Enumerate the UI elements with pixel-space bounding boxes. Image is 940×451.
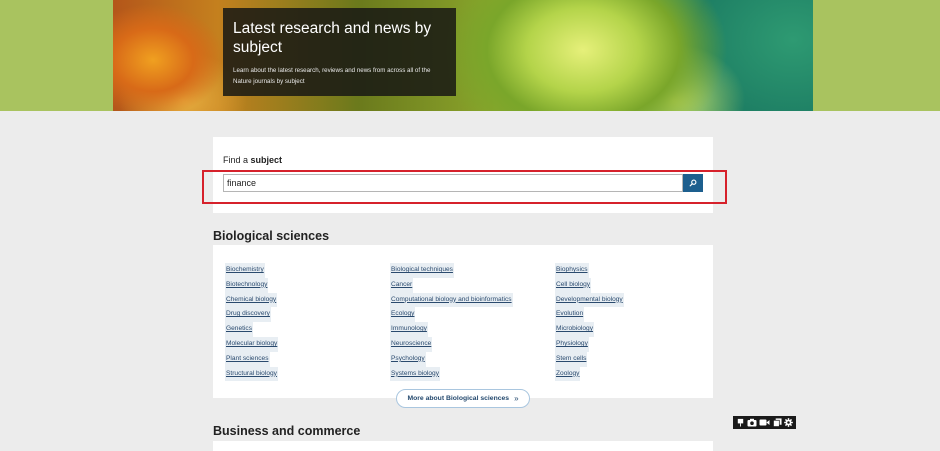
find-label-prefix: Find a <box>223 155 251 165</box>
section-title-biological-sciences: Biological sciences <box>213 229 330 243</box>
subject-link[interactable]: Stem cells <box>555 351 588 367</box>
subject-link[interactable]: Cell biology <box>555 277 592 293</box>
double-chevron-right-icon: » <box>514 394 519 403</box>
subject-link[interactable]: Biotechnology <box>225 277 269 293</box>
subject-column-1: Biochemistry Biotechnology Chemical biol… <box>225 263 279 382</box>
subject-link[interactable]: Cancer <box>390 277 414 293</box>
subject-link[interactable]: Chemical biology <box>225 292 278 308</box>
search-button[interactable] <box>683 174 703 192</box>
subject-link[interactable]: Psychology <box>390 351 426 367</box>
subject-link[interactable]: Molecular biology <box>225 336 279 352</box>
gear-icon[interactable] <box>784 418 793 427</box>
subject-link[interactable]: Structural biology <box>225 366 278 382</box>
subject-link[interactable]: Computational biology and bioinformatics <box>390 292 513 308</box>
subject-link[interactable]: Evolution <box>555 307 585 323</box>
subject-link[interactable]: Neuroscience <box>390 336 433 352</box>
find-subject-label: Find a subject <box>223 155 282 165</box>
video-icon[interactable] <box>759 418 770 427</box>
subject-link[interactable]: Biological techniques <box>390 263 454 278</box>
find-subject-card: Find a subject <box>213 137 713 213</box>
hero-banner: Latest research and news by subject Lear… <box>0 0 940 111</box>
subject-column-3: Biophysics Cell biology Developmental bi… <box>555 263 624 382</box>
subject-link[interactable]: Ecology <box>390 307 416 323</box>
subject-link[interactable]: Developmental biology <box>555 292 624 308</box>
subject-link[interactable]: Immunology <box>390 322 428 337</box>
subject-link[interactable]: Systems biology <box>390 366 441 382</box>
search-icon <box>689 179 697 187</box>
subject-column-2: Biological techniques Cancer Computation… <box>390 263 513 382</box>
subject-link[interactable]: Zoology <box>555 366 581 382</box>
camera-icon[interactable] <box>747 418 757 427</box>
subject-link[interactable]: Physiology <box>555 336 589 352</box>
business-and-commerce-card <box>213 441 713 451</box>
screen-capture-toolbar <box>733 416 796 429</box>
biological-sciences-card: Biochemistry Biotechnology Chemical biol… <box>213 245 713 398</box>
find-label-bold: subject <box>250 155 283 165</box>
hero-text-box: Latest research and news by subject Lear… <box>223 8 456 96</box>
more-about-biological-sciences-button[interactable]: More about Biological sciences » <box>396 389 530 408</box>
subject-link[interactable]: Genetics <box>225 322 254 337</box>
subject-link[interactable]: Plant sciences <box>225 351 270 367</box>
section-title-business-and-commerce: Business and commerce <box>213 424 361 438</box>
subject-link[interactable]: Microbiology <box>555 322 595 337</box>
hero-title: Latest research and news by subject <box>233 20 432 56</box>
subject-link[interactable]: Biophysics <box>555 263 589 278</box>
copy-icon[interactable] <box>772 418 782 427</box>
pin-icon[interactable] <box>736 418 745 427</box>
hero-subtitle: Learn about the latest research, reviews… <box>233 67 431 85</box>
subject-link[interactable]: Drug discovery <box>225 307 271 323</box>
subject-search-input[interactable] <box>223 174 683 192</box>
more-button-label: More about Biological sciences <box>407 395 510 402</box>
subject-link[interactable]: Biochemistry <box>225 263 265 278</box>
hero-image <box>113 0 813 111</box>
